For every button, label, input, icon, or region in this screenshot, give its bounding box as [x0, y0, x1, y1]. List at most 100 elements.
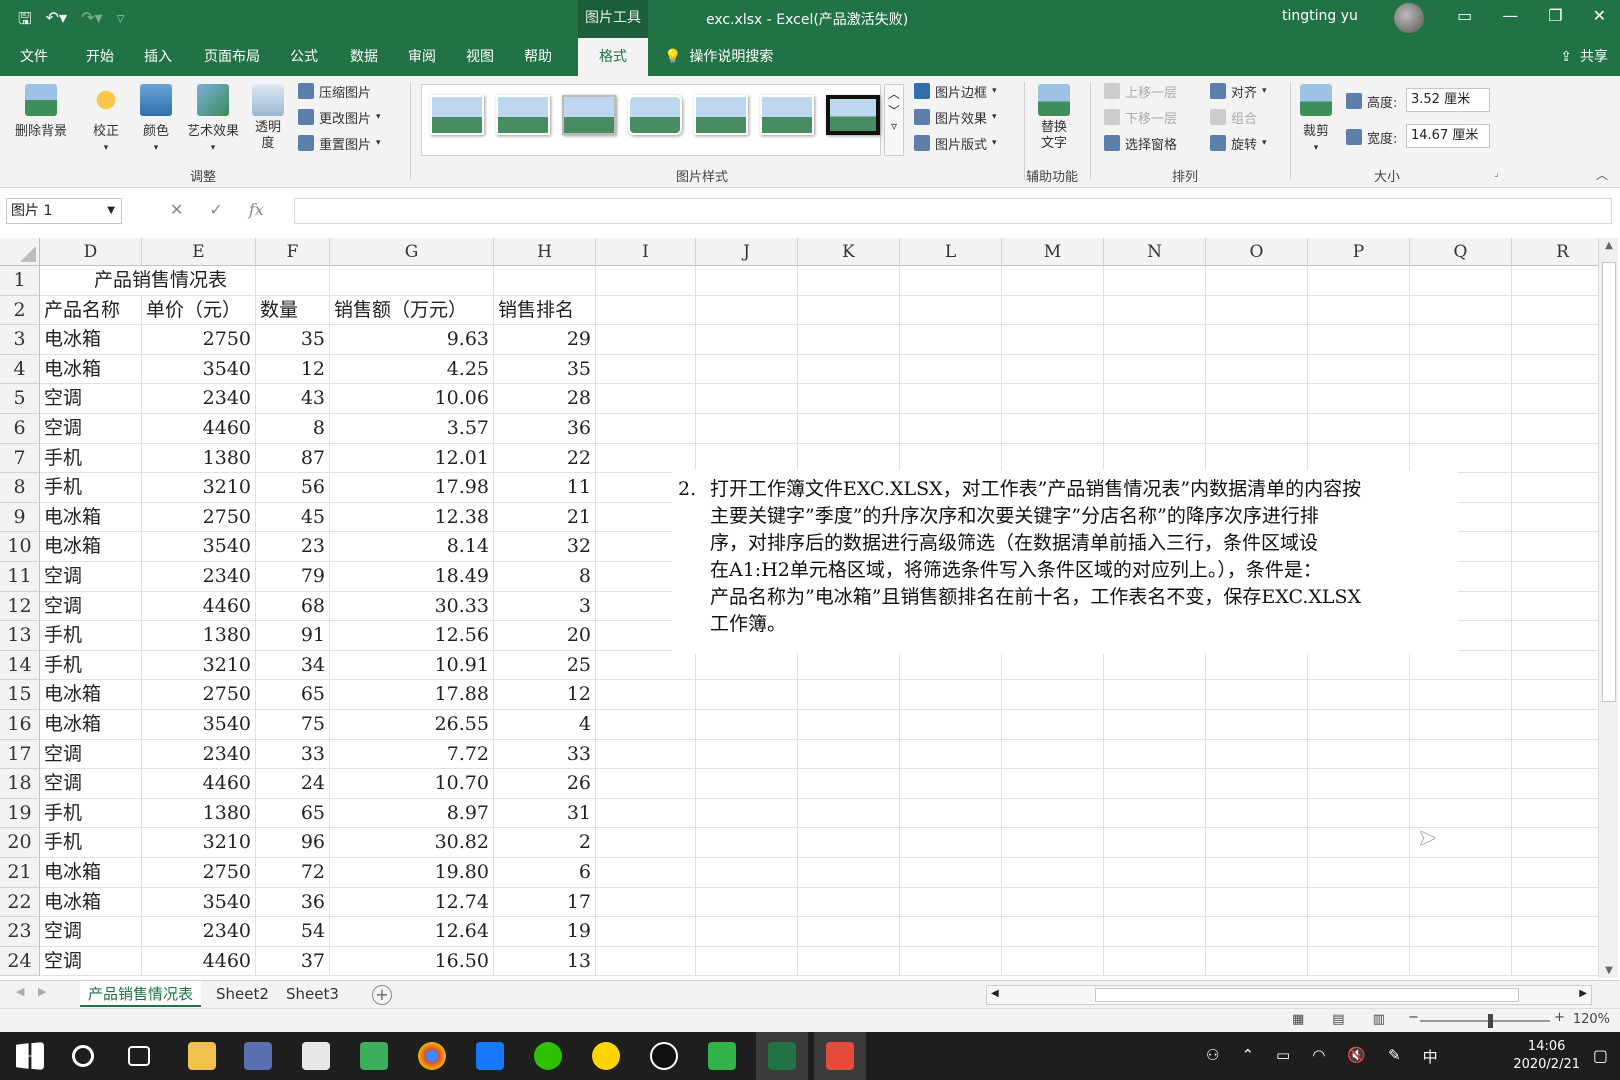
column-header[interactable]: J — [696, 238, 798, 266]
cell[interactable] — [1002, 325, 1104, 355]
cell[interactable] — [1002, 917, 1104, 947]
tab-home[interactable]: 开始 — [80, 38, 120, 76]
cell[interactable] — [1410, 858, 1512, 888]
cell[interactable]: 25 — [494, 650, 596, 681]
cell[interactable] — [798, 946, 900, 977]
picture-style-2[interactable] — [496, 95, 550, 135]
cell[interactable]: 10.06 — [330, 384, 494, 414]
cell[interactable]: 2340 — [142, 739, 256, 770]
row-header[interactable]: 16 — [0, 710, 40, 740]
cell[interactable]: 21 — [494, 502, 596, 533]
cell[interactable] — [1410, 917, 1512, 947]
cell[interactable] — [900, 917, 1002, 947]
row-header[interactable]: 7 — [0, 443, 40, 474]
cell[interactable] — [1206, 769, 1308, 799]
cell[interactable] — [1002, 858, 1104, 888]
cell[interactable]: 22 — [494, 443, 596, 474]
qq-icon[interactable] — [650, 1042, 678, 1070]
picture-style-1[interactable] — [430, 95, 484, 135]
cell[interactable] — [1308, 946, 1410, 977]
tab-formulas[interactable]: 公式 — [284, 38, 324, 76]
cell[interactable] — [1002, 295, 1104, 326]
cell[interactable] — [900, 710, 1002, 740]
cell[interactable]: 26 — [494, 769, 596, 799]
cell[interactable]: 电冰箱 — [40, 710, 142, 740]
cell[interactable] — [596, 858, 696, 888]
cell[interactable]: 空调 — [40, 591, 142, 622]
cell[interactable] — [1104, 946, 1206, 977]
cell[interactable] — [696, 739, 798, 770]
column-header[interactable]: R — [1512, 238, 1598, 266]
cell[interactable] — [696, 680, 798, 710]
row-header[interactable]: 13 — [0, 621, 40, 651]
cell[interactable] — [1002, 443, 1104, 474]
notepad-icon[interactable] — [302, 1042, 330, 1070]
cell[interactable] — [1308, 680, 1410, 710]
windows-start-icon[interactable] — [16, 1042, 44, 1070]
media-player-icon[interactable] — [592, 1042, 620, 1070]
task-view-icon[interactable] — [128, 1046, 150, 1066]
sheet-title-cell[interactable]: 产品销售情况表 — [40, 266, 227, 296]
cell[interactable]: 17.98 — [330, 473, 494, 503]
cell[interactable]: 4.25 — [330, 354, 494, 385]
column-header[interactable]: G — [330, 238, 494, 266]
people-icon[interactable]: ⚇ — [1206, 1046, 1219, 1067]
cell[interactable]: 3540 — [142, 532, 256, 562]
tab-view[interactable]: 视图 — [460, 38, 500, 76]
column-header[interactable]: P — [1308, 238, 1410, 266]
undo-icon[interactable]: ↶▾ — [46, 8, 67, 35]
cell[interactable] — [596, 266, 696, 296]
cell[interactable] — [900, 946, 1002, 977]
column-header[interactable]: I — [596, 238, 696, 266]
cell[interactable]: 空调 — [40, 946, 142, 977]
enter-icon[interactable]: ✓ — [209, 200, 222, 219]
cell[interactable]: 19 — [494, 917, 596, 947]
cell[interactable]: 31 — [494, 798, 596, 829]
volume-muted-icon[interactable]: 🔇 — [1347, 1046, 1366, 1067]
send-backward-button[interactable]: 下移一层 — [1104, 106, 1177, 128]
cell[interactable] — [1002, 710, 1104, 740]
cell[interactable]: 20 — [494, 621, 596, 651]
remove-background-button[interactable]: 删除背景 — [8, 84, 74, 139]
cell[interactable] — [1512, 532, 1598, 562]
cell[interactable] — [900, 443, 1002, 474]
cell[interactable]: 35 — [256, 325, 330, 355]
cell[interactable] — [900, 798, 1002, 829]
cell[interactable]: 12.74 — [330, 887, 494, 918]
cell[interactable]: 6 — [494, 858, 596, 888]
cell[interactable] — [1206, 325, 1308, 355]
cell[interactable] — [1104, 798, 1206, 829]
select-all-corner[interactable] — [0, 238, 40, 266]
cell[interactable] — [1308, 354, 1410, 385]
pen-icon[interactable]: ✎ — [1388, 1046, 1401, 1067]
cell[interactable]: 电冰箱 — [40, 532, 142, 562]
column-header[interactable]: K — [798, 238, 900, 266]
row-header[interactable]: 15 — [0, 680, 40, 710]
column-header[interactable]: L — [900, 238, 1002, 266]
tab-format[interactable]: 格式 — [578, 38, 648, 76]
row-header[interactable]: 14 — [0, 650, 40, 681]
cortana-icon[interactable] — [72, 1045, 94, 1067]
cell[interactable] — [1104, 769, 1206, 799]
cell[interactable] — [1410, 710, 1512, 740]
cell[interactable] — [798, 828, 900, 858]
save-icon[interactable]: 🖫 — [18, 8, 32, 35]
cell[interactable] — [1512, 503, 1598, 533]
color-button[interactable]: 颜色 ▾ — [136, 84, 176, 154]
cell[interactable] — [1512, 858, 1598, 888]
page-layout-view-icon[interactable]: ▤ — [1332, 1012, 1344, 1027]
cell[interactable]: 56 — [256, 473, 330, 503]
cell[interactable]: 28 — [494, 384, 596, 414]
cell[interactable] — [798, 798, 900, 829]
cell[interactable]: 35 — [494, 354, 596, 385]
change-picture-button[interactable]: 更改图片 ▾ — [298, 106, 381, 128]
cell[interactable]: 45 — [256, 502, 330, 533]
tab-review[interactable]: 审阅 — [402, 38, 442, 76]
cell[interactable] — [696, 858, 798, 888]
cell[interactable] — [1410, 739, 1512, 770]
cell[interactable] — [1512, 325, 1598, 355]
cell[interactable] — [1512, 562, 1598, 592]
row-header[interactable]: 3 — [0, 325, 40, 355]
cell[interactable] — [1104, 739, 1206, 770]
selection-pane-button[interactable]: 选择窗格 — [1104, 132, 1177, 154]
